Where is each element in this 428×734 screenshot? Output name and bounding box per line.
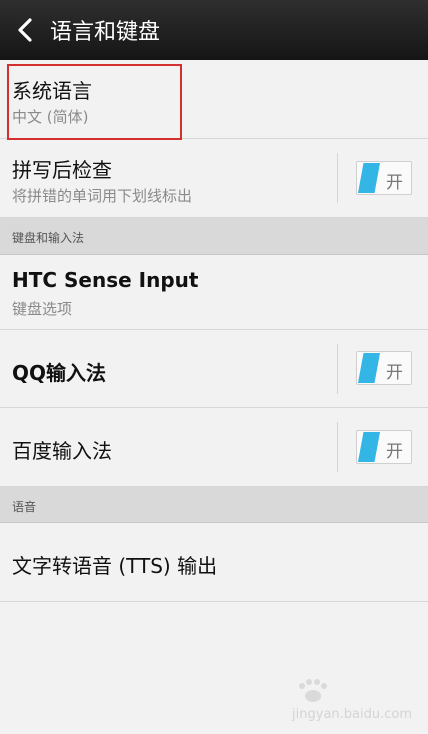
section-header-speech: 语音 [0, 487, 428, 523]
page-title: 语言和键盘 [50, 20, 161, 45]
setting-title: 文字转语音 (TTS) 输出 [12, 554, 218, 578]
watermark: jingyan.baidu.com [292, 679, 412, 722]
baidu-paw-logo [299, 679, 327, 702]
toggle-label: 开 [386, 363, 403, 383]
back-button[interactable] [0, 0, 50, 60]
baidu-input-toggle[interactable]: 开 [356, 430, 412, 464]
section-title: 语音 [12, 500, 37, 514]
setting-htc-sense-input[interactable]: HTC Sense Input 键盘选项 [0, 255, 428, 330]
toggle-on-indicator [358, 432, 380, 462]
toggle-on-indicator [358, 353, 380, 383]
divider [337, 422, 338, 472]
watermark-text: jingyan.baidu.com [292, 707, 412, 722]
setting-subtitle: 中文 (简体) [12, 108, 89, 126]
section-title: 键盘和输入法 [12, 231, 85, 245]
qq-input-toggle[interactable]: 开 [356, 351, 412, 385]
toggle-label: 开 [386, 442, 403, 462]
section-header-keyboard: 键盘和输入法 [0, 218, 428, 255]
setting-title: 系统语言 [12, 79, 92, 103]
setting-qq-input[interactable]: QQ输入法 开 [0, 330, 428, 408]
setting-title: QQ输入法 [12, 361, 107, 385]
setting-baidu-input[interactable]: 百度输入法 开 [0, 408, 428, 487]
divider [337, 153, 338, 203]
spell-check-toggle[interactable]: 开 [356, 161, 412, 195]
setting-title: 百度输入法 [12, 439, 112, 463]
chevron-left-icon [18, 18, 32, 42]
settings-list: 系统语言 中文 (简体) 拼写后检查 将拼错的单词用下划线标出 开 键盘和输入法… [0, 60, 428, 602]
divider [337, 344, 338, 394]
toggle-label: 开 [386, 173, 403, 193]
setting-tts-output[interactable]: 文字转语音 (TTS) 输出 [0, 523, 428, 602]
setting-system-language[interactable]: 系统语言 中文 (简体) [0, 60, 428, 139]
setting-title: HTC Sense Input [12, 268, 199, 292]
setting-title: 拼写后检查 [12, 158, 112, 182]
setting-subtitle: 键盘选项 [12, 300, 73, 318]
setting-spell-check[interactable]: 拼写后检查 将拼错的单词用下划线标出 开 [0, 139, 428, 218]
setting-subtitle: 将拼错的单词用下划线标出 [12, 187, 193, 205]
toggle-on-indicator [358, 163, 380, 193]
action-bar: 语言和键盘 [0, 0, 428, 60]
